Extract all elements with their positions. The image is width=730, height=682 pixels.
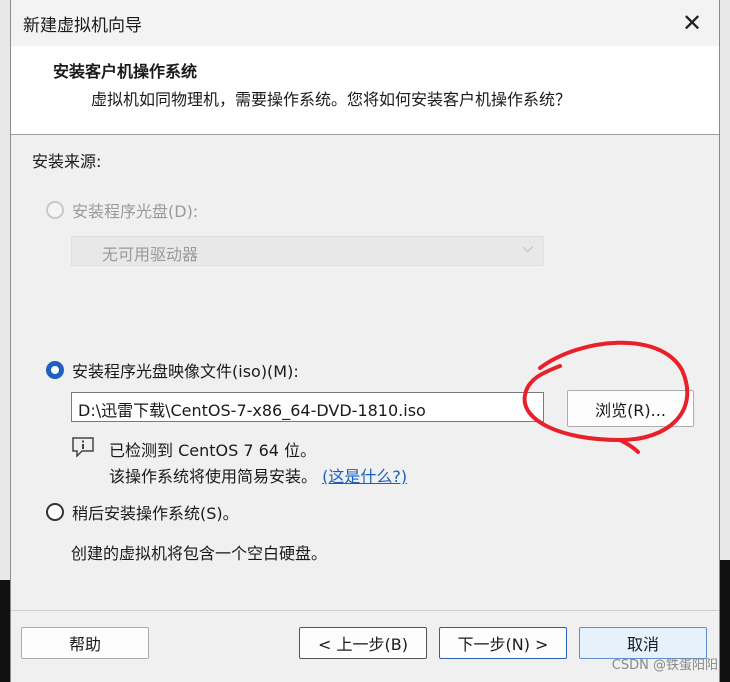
install-source-label: 安装来源: <box>32 152 102 171</box>
wizard-header: 安装客户机操作系统 虚拟机如同物理机，需要操作系统。您将如何安装客户机操作系统？ <box>11 46 719 135</box>
drive-select[interactable]: 无可用驱动器 ⌵ <box>71 236 544 266</box>
install-later-radio-label: 稍后安装操作系统(S)。 <box>72 504 239 523</box>
disc-radio-label: 安装程序光盘(D): <box>72 202 199 221</box>
page-subtitle: 虚拟机如同物理机，需要操作系统。您将如何安装客户机操作系统？ <box>91 90 572 109</box>
help-button[interactable]: 帮助 <box>21 627 149 659</box>
title-bar: 新建虚拟机向导 ✕ <box>11 0 719 46</box>
detected-os-text: 已检测到 CentOS 7 64 位。 <box>109 441 317 460</box>
background-dark-right <box>720 560 730 682</box>
easy-install-note: 该操作系统将使用简易安装。 (这是什么?) <box>109 463 407 487</box>
disc-radio-icon[interactable] <box>46 201 64 219</box>
background-dark-left <box>0 580 10 682</box>
page-title: 安装客户机操作系统 <box>53 62 198 81</box>
chevron-down-icon: ⌵ <box>522 240 533 256</box>
watermark-text: CSDN @铁蛋阳阳 <box>611 658 718 673</box>
close-icon: ✕ <box>681 9 703 37</box>
iso-radio-icon[interactable] <box>46 361 64 379</box>
background-strip-left <box>0 0 10 580</box>
what-is-this-link[interactable]: (这是什么?) <box>322 467 407 486</box>
footer-divider <box>11 610 719 611</box>
next-button[interactable]: 下一步(N) > <box>439 627 567 659</box>
install-later-radio-icon[interactable] <box>46 503 64 521</box>
browse-button[interactable]: 浏览(R)... <box>567 390 694 427</box>
back-button[interactable]: < 上一步(B) <box>299 627 427 659</box>
window-title: 新建虚拟机向导 <box>23 16 142 36</box>
iso-path-input[interactable]: D:\迅雷下载\CentOS-7-x86_64-DVD-1810.iso <box>71 392 544 422</box>
disc-radio-option[interactable]: 安装程序光盘(D): <box>46 198 198 222</box>
iso-radio-label: 安装程序光盘映像文件(iso)(M): <box>72 362 299 381</box>
easy-install-text: 该操作系统将使用简易安装。 <box>109 467 318 486</box>
install-later-description: 创建的虚拟机将包含一个空白硬盘。 <box>71 544 328 563</box>
background-strip-right <box>720 0 730 560</box>
close-button[interactable]: ✕ <box>665 0 719 46</box>
install-later-radio-option[interactable]: 稍后安装操作系统(S)。 <box>46 500 239 524</box>
drive-select-value: 无可用驱动器 <box>102 245 199 264</box>
new-vm-wizard-dialog: 新建虚拟机向导 ✕ 安装客户机操作系统 虚拟机如同物理机，需要操作系统。您将如何… <box>10 0 720 682</box>
info-icon <box>72 437 94 458</box>
iso-radio-option[interactable]: 安装程序光盘映像文件(iso)(M): <box>46 358 299 382</box>
